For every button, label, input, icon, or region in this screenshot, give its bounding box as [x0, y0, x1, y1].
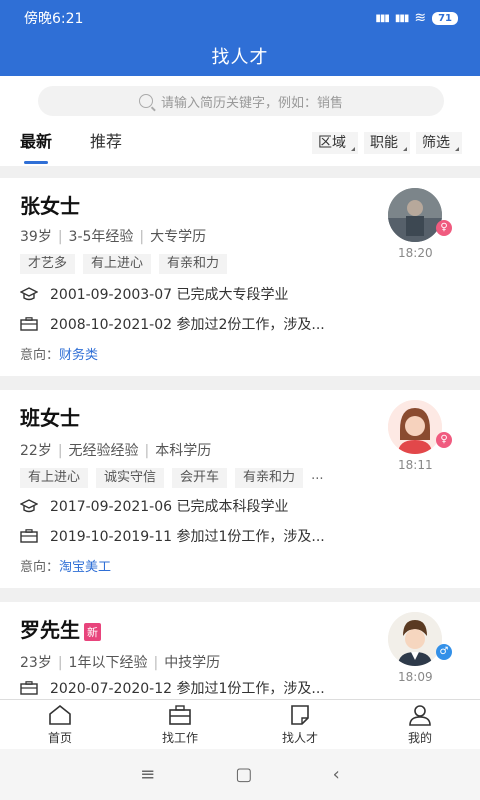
status-time: 傍晚6:21 [24, 11, 84, 27]
status-bar: 傍晚6:21 ▮▮▮ ▮▮▮ ≋ 71 [0, 0, 480, 36]
candidate-tags: 有上进心 诚实守信 会开车 有亲和力 ... [20, 468, 323, 488]
wifi-icon: ≋ [414, 10, 427, 26]
tab-recommended[interactable]: 推荐 [90, 128, 122, 152]
home-icon [49, 704, 71, 725]
nav-home[interactable]: 首页 [0, 700, 120, 749]
candidate-name: 班女士 [20, 406, 80, 430]
candidate-age: 23岁 [20, 655, 52, 671]
filter-function[interactable]: 职能 [364, 132, 410, 154]
nav-home-label: 首页 [47, 731, 72, 745]
candidate-name: 张女士 [20, 194, 80, 218]
nav-find-talent[interactable]: 找人才 [240, 700, 360, 749]
document-icon [291, 705, 309, 725]
candidate-education: 大专学历 [150, 229, 207, 245]
intent-label: 意向： [20, 348, 60, 363]
home-square-icon[interactable]: ▢ [235, 764, 252, 785]
battery-icon: 71 [432, 11, 458, 25]
filter-region[interactable]: 区域 [312, 132, 358, 154]
tag: 有上进心 [20, 468, 89, 488]
post-time: 18:09 [398, 670, 433, 684]
candidate-meta: 39岁 | 3-5年经验 | 大专学历 [20, 229, 207, 245]
tag: 有上进心 [83, 254, 152, 274]
education-text: 2017-09-2021-06 已完成本科段学业 [50, 499, 289, 515]
candidate-education: 本科学历 [155, 443, 212, 459]
tag: 有亲和力 [159, 254, 228, 274]
female-icon: ♀ [436, 432, 452, 448]
work-line: 2008-10-2021-02 参加过2份工作，涉及... [20, 314, 325, 334]
signal-icon: ▮▮▮ [375, 12, 389, 24]
work-text: 2020-07-2020-12 参加过1份工作，涉及... [50, 681, 325, 697]
new-badge: 新 [84, 622, 101, 641]
filter-more[interactable]: 筛选 [416, 132, 462, 154]
intent-job[interactable]: 淘宝美工 [59, 560, 111, 575]
candidate-age: 39岁 [20, 229, 52, 245]
tab-bar: 最新 推荐 [20, 128, 122, 164]
education-line: 2001-09-2003-07 已完成大专段学业 [20, 284, 289, 304]
candidate-meta: 22岁 | 无经验经验 | 本科学历 [20, 443, 212, 459]
candidate-name-row: 罗先生新 [20, 614, 101, 643]
intent-label: 意向： [20, 560, 60, 575]
tag: 才艺多 [20, 254, 76, 274]
education-line: 2017-09-2021-06 已完成本科段学业 [20, 496, 289, 516]
signal-icon-2: ▮▮▮ [394, 12, 409, 24]
top-bar: 傍晚6:21 ▮▮▮ ▮▮▮ ≋ 71 找人才 [0, 0, 480, 76]
male-icon: ♂ [436, 644, 452, 660]
search-icon [138, 94, 153, 108]
graduation-cap-icon [20, 287, 38, 301]
search-placeholder: 请输入简历关键字，例如：销售 [160, 95, 343, 111]
person-icon [409, 705, 431, 726]
candidate-experience: 无经验经验 [68, 443, 139, 459]
tag: 有亲和力 [235, 468, 304, 488]
work-text: 2008-10-2021-02 参加过2份工作，涉及... [50, 317, 325, 333]
nav-find-job-label: 找工作 [161, 731, 198, 745]
nav-mine[interactable]: 我的 [360, 700, 480, 749]
more-tags: ... [311, 468, 324, 483]
tab-latest[interactable]: 最新 [20, 128, 52, 164]
briefcase-icon [20, 317, 38, 331]
work-text: 2019-10-2019-11 参加过1份工作，涉及... [50, 529, 325, 545]
menu-icon[interactable]: ≡ [140, 764, 155, 785]
search-filter-area: 请输入简历关键字，例如：销售 最新 推荐 区域 职能 筛选 [0, 76, 480, 166]
candidate-tags: 才艺多 有上进心 有亲和力 [20, 254, 228, 274]
graduation-cap-icon [20, 499, 38, 513]
nav-find-talent-label: 找人才 [281, 731, 318, 745]
female-icon: ♀ [436, 220, 452, 236]
avatar[interactable] [388, 612, 442, 666]
intent: 意向：淘宝美工 [20, 556, 111, 575]
candidate-card[interactable]: 班女士 22岁 | 无经验经验 | 本科学历 有上进心 诚实守信 会开车 有亲和力 ..… [0, 390, 480, 588]
tag: 诚实守信 [96, 468, 165, 488]
candidate-name: 罗先生 [20, 618, 80, 642]
candidate-experience: 3-5年经验 [68, 229, 134, 245]
candidate-meta: 23岁 | 1年以下经验 | 中技学历 [20, 655, 221, 671]
page-title: 找人才 [211, 47, 269, 68]
filter-bar: 区域 职能 筛选 [312, 132, 462, 154]
briefcase-icon [20, 681, 38, 695]
intent: 意向：财务类 [20, 344, 98, 363]
candidate-card[interactable]: 罗先生新 23岁 | 1年以下经验 | 中技学历 2020-07-2020-12 参加过… [0, 602, 480, 699]
work-line: 2020-07-2020-12 参加过1份工作，涉及... [20, 678, 325, 698]
post-time: 18:11 [398, 458, 433, 472]
candidate-education: 中技学历 [164, 655, 221, 671]
bottom-nav: 首页 找工作 找人才 我的 [0, 699, 480, 749]
briefcase-icon [20, 529, 38, 543]
search-input[interactable]: 请输入简历关键字，例如：销售 [38, 86, 444, 116]
candidate-experience: 1年以下经验 [68, 655, 148, 671]
nav-find-job[interactable]: 找工作 [120, 700, 240, 749]
nav-mine-label: 我的 [407, 731, 432, 745]
work-line: 2019-10-2019-11 参加过1份工作，涉及... [20, 526, 325, 546]
intent-job[interactable]: 财务类 [59, 348, 98, 363]
candidate-age: 22岁 [20, 443, 52, 459]
back-icon[interactable]: ‹ [333, 764, 340, 785]
system-nav-bar: ≡ ▢ ‹ [0, 749, 480, 800]
status-icons: ▮▮▮ ▮▮▮ ≋ 71 [375, 10, 458, 26]
tag: 会开车 [172, 468, 228, 488]
candidate-card[interactable]: 张女士 39岁 | 3-5年经验 | 大专学历 才艺多 有上进心 有亲和力 2001-0… [0, 178, 480, 376]
avatar[interactable] [388, 188, 442, 242]
avatar[interactable] [388, 400, 442, 454]
education-text: 2001-09-2003-07 已完成大专段学业 [50, 287, 289, 303]
post-time: 18:20 [398, 246, 433, 260]
briefcase-icon [169, 705, 191, 725]
